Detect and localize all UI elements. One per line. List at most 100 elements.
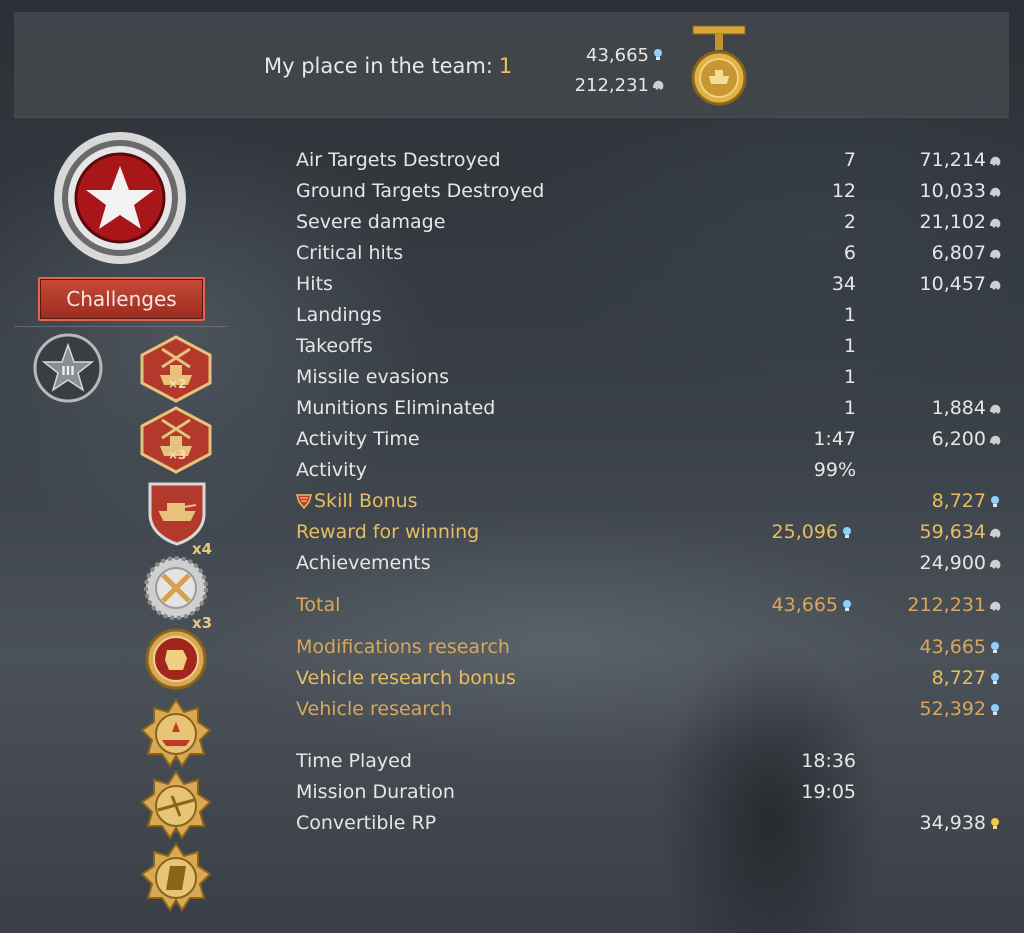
research-points-icon <box>991 703 999 715</box>
research-points-icon <box>843 599 851 611</box>
stat-label: Total <box>296 594 341 616</box>
stat-label: Vehicle research <box>296 698 453 720</box>
stat-value: 25,096 <box>772 517 854 548</box>
stat-value: 99% <box>813 459 856 481</box>
convertible-rp-icon <box>991 817 999 829</box>
team-place-medal-icon <box>691 25 747 106</box>
stat-label: Missile evasions <box>296 366 450 388</box>
stat-label: Reward for winning <box>296 521 480 543</box>
team-place-label: My place in the team: <box>264 54 493 78</box>
silver-lions-icon <box>990 601 1001 611</box>
stat-label: Air Targets Destroyed <box>296 149 501 171</box>
award-multiplier: ×3 <box>168 448 187 462</box>
stat-label: Ground Targets Destroyed <box>296 180 545 202</box>
stat-label: Critical hits <box>296 242 404 264</box>
stat-label: Takeoffs <box>296 335 373 357</box>
stat-row-achievements: Achievements 24,900 <box>296 548 1006 579</box>
stat-row-total: Total 43,665 212,231 <box>296 590 1006 621</box>
stat-row-reward-for-winning: Reward for winning 25,096 59,634 <box>296 517 1006 548</box>
stat-row-vehicle-research-bonus: Vehicle research bonus 8,727 <box>296 663 1006 694</box>
stat-value: 19:05 <box>801 781 856 803</box>
multi-kill-award-icon[interactable]: ×2 <box>140 335 212 407</box>
stat-value: 1 <box>843 366 856 388</box>
silver-lions-icon <box>653 80 664 90</box>
award-multiplier: ×2 <box>168 377 187 391</box>
stat-label: Munitions Eliminated <box>296 397 496 419</box>
gold-aircraft-award-icon[interactable] <box>140 770 212 846</box>
sl-total: 212,231 <box>574 74 649 96</box>
stat-label: Activity Time <box>296 428 420 450</box>
stat-reward: 43,665 <box>920 632 1002 663</box>
stat-reward: 21,102 <box>920 207 1002 238</box>
silver-lions-icon <box>990 528 1001 538</box>
silver-lions-icon <box>990 156 1001 166</box>
stat-row-activity-time: Activity Time 1:47 6,200 <box>296 424 1006 455</box>
stat-row-takeoffs: Takeoffs 1 <box>296 331 1006 362</box>
research-points-icon <box>991 641 999 653</box>
stat-label: Vehicle research bonus <box>296 667 516 689</box>
gold-flag-award-icon[interactable] <box>140 842 212 918</box>
stat-row-skill-bonus: Skill Bonus 8,727 <box>296 486 1006 517</box>
stat-label: Mission Duration <box>296 781 455 803</box>
player-rank-star-emblem <box>54 132 186 264</box>
research-points-icon <box>991 672 999 684</box>
stat-label: Severe damage <box>296 211 446 233</box>
team-place-value: 1 <box>498 54 513 78</box>
silver-lions-icon <box>990 187 1001 197</box>
stat-row-modifications-research: Modifications research 43,665 <box>296 632 1006 663</box>
research-points-icon <box>991 495 999 507</box>
stat-value: 6 <box>843 242 856 264</box>
stat-row-vehicle-research: Vehicle research 52,392 <box>296 694 1006 725</box>
silver-lions-icon <box>990 249 1001 259</box>
silver-lions-icon <box>990 218 1001 228</box>
research-points-icon <box>843 526 851 538</box>
rank-star-badge-icon: III <box>33 333 103 403</box>
stat-value: 2 <box>843 211 856 233</box>
sidebar-divider <box>14 326 228 327</box>
stat-reward: 8,727 <box>932 663 1002 694</box>
silver-lions-icon <box>990 435 1001 445</box>
stat-reward: 1,884 <box>932 393 1002 424</box>
stat-reward: 59,634 <box>920 517 1002 548</box>
stat-value: 1 <box>843 304 856 326</box>
stat-reward: 8,727 <box>932 486 1002 517</box>
stat-label: Achievements <box>296 552 431 574</box>
stat-value: 1 <box>843 397 856 419</box>
stat-value: 7 <box>843 149 856 171</box>
stat-reward: 10,457 <box>920 269 1002 300</box>
stat-reward: 6,200 <box>932 424 1002 455</box>
stat-reward: 10,033 <box>920 176 1002 207</box>
stat-label: Modifications research <box>296 636 510 658</box>
stat-reward: 6,807 <box>932 238 1002 269</box>
skill-bonus-icon <box>296 494 312 509</box>
gold-burning-vehicle-award-icon[interactable] <box>140 698 212 774</box>
stat-row-time-played: Time Played 18:36 <box>296 746 1006 777</box>
stat-row-activity: Activity 99% <box>296 455 1006 486</box>
stat-label: Activity <box>296 459 368 481</box>
stat-value: 34 <box>831 273 856 295</box>
stat-label: Time Played <box>296 750 412 772</box>
stat-label: Landings <box>296 304 382 326</box>
research-points-icon <box>654 49 662 60</box>
rank-badge-numeral: III <box>61 364 74 378</box>
rank-badge: III <box>33 333 103 403</box>
stat-row-mission-duration: Mission Duration 19:05 <box>296 777 1006 808</box>
stat-value: 1 <box>843 335 856 357</box>
stat-value: 1:47 <box>813 428 856 450</box>
multi-kill-award-icon[interactable]: ×3 <box>140 406 212 478</box>
stat-row-ground-targets: Ground Targets Destroyed 12 10,033 <box>296 176 1006 207</box>
stat-reward: 24,900 <box>920 548 1002 579</box>
silver-lions-icon <box>990 280 1001 290</box>
challenges-button[interactable]: Challenges <box>38 277 205 321</box>
stat-reward: 71,214 <box>920 145 1002 176</box>
fist-award-icon[interactable] <box>143 628 209 694</box>
silver-lions-icon <box>990 404 1001 414</box>
stat-row-severe-damage: Severe damage 2 21,102 <box>296 207 1006 238</box>
stat-label: Hits <box>296 273 333 295</box>
stat-reward: 52,392 <box>920 694 1002 725</box>
total-rewards-summary: 43,665 212,231 <box>560 40 665 100</box>
stat-row-munitions-eliminated: Munitions Eliminated 1 1,884 <box>296 393 1006 424</box>
team-place: My place in the team: 1 <box>264 54 512 78</box>
stat-label: Skill Bonus <box>296 486 418 517</box>
stat-reward: 34,938 <box>920 808 1002 839</box>
